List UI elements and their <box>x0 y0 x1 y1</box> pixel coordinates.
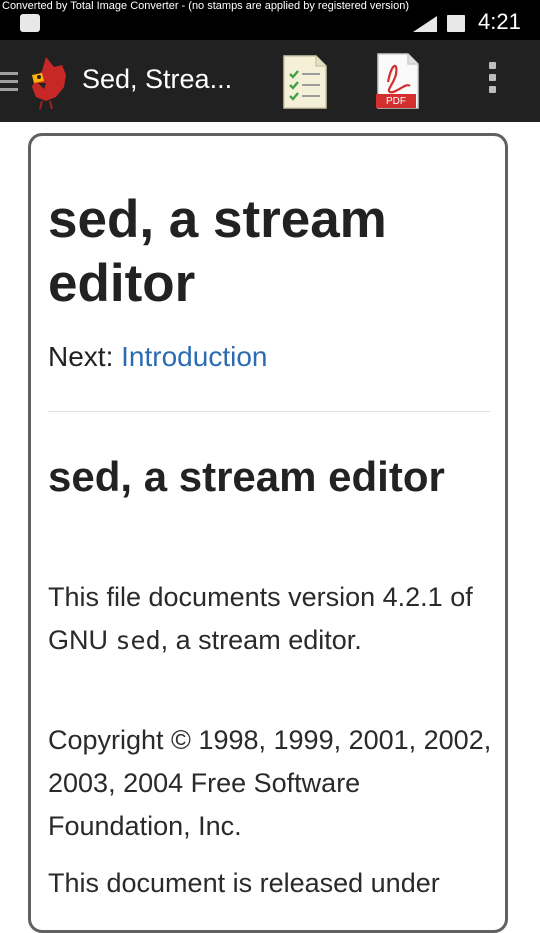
signal-icon <box>413 16 437 32</box>
overflow-menu-button[interactable] <box>484 62 500 102</box>
hamburger-icon[interactable] <box>0 72 18 92</box>
paragraph-license: This document is released under <box>48 868 440 898</box>
app-title: Sed, Strea... <box>82 64 233 94</box>
action-bar: Sed, Strea... PDF <box>0 40 540 122</box>
divider <box>48 411 490 412</box>
battery-icon <box>447 15 465 32</box>
page-title: sed, a stream editor <box>48 190 387 313</box>
cardinal-bird-logo[interactable] <box>26 53 72 109</box>
nav-line: Next: Introduction <box>48 340 267 374</box>
status-bar: Converted by Total Image Converter - (no… <box>0 0 540 40</box>
section-title: sed, a stream editor <box>48 453 445 500</box>
clock: 4:21 <box>478 9 521 34</box>
nav-prefix: Next: <box>48 341 122 372</box>
para1-text-b: , a stream editor. <box>160 625 362 655</box>
paragraph-copyright: Copyright © 1998, 1999, 2001, 2002, 2003… <box>48 725 492 841</box>
paragraph-version: This file documents version 4.2.1 of GNU… <box>48 576 494 662</box>
sed-code: sed <box>115 626 161 655</box>
notification-icon <box>20 14 40 32</box>
pdf-label: PDF <box>386 96 406 107</box>
watermark-text: Converted by Total Image Converter - (no… <box>2 0 409 12</box>
pdf-button[interactable]: PDF <box>372 52 424 110</box>
next-introduction-link[interactable]: Introduction <box>121 341 267 372</box>
checklist-document-icon[interactable] <box>278 54 330 110</box>
